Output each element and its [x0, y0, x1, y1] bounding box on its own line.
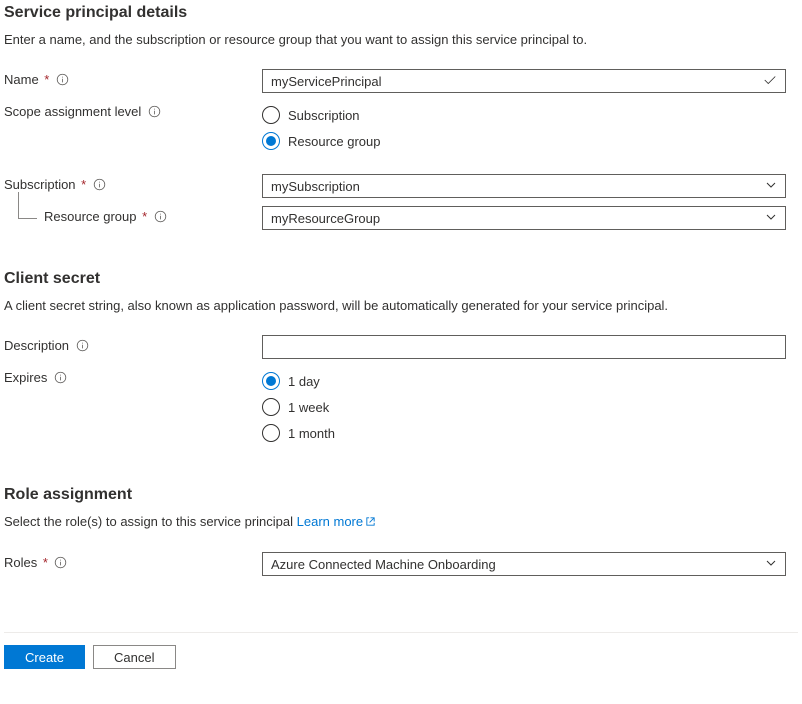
name-label: Name * — [4, 69, 262, 87]
info-icon[interactable] — [54, 556, 68, 570]
name-field[interactable]: myServicePrincipal — [262, 69, 786, 93]
radio-indicator — [262, 424, 280, 442]
description-input[interactable] — [262, 335, 786, 359]
description-label: Description — [4, 335, 262, 353]
info-icon[interactable] — [153, 210, 167, 224]
resource-group-select[interactable]: myResourceGroup — [262, 206, 786, 230]
info-icon[interactable] — [53, 371, 67, 385]
check-icon — [763, 73, 777, 90]
roles-label: Roles * — [4, 552, 262, 570]
radio-expires-1day[interactable]: 1 day — [262, 368, 786, 394]
section-desc-spd: Enter a name, and the subscription or re… — [4, 32, 798, 47]
info-icon[interactable] — [55, 73, 69, 87]
section-desc-role: Select the role(s) to assign to this ser… — [4, 514, 798, 530]
radio-scope-resource-group[interactable]: Resource group — [262, 128, 786, 154]
section-desc-secret: A client secret string, also known as ap… — [4, 298, 798, 313]
external-link-icon — [365, 515, 376, 530]
learn-more-link[interactable]: Learn more — [297, 514, 376, 529]
radio-indicator — [262, 132, 280, 150]
subscription-select[interactable]: mySubscription — [262, 174, 786, 198]
required-asterisk: * — [39, 555, 48, 570]
chevron-down-icon — [765, 211, 777, 226]
subscription-label: Subscription * — [4, 174, 262, 192]
section-heading-spd: Service principal details — [4, 4, 798, 22]
info-icon[interactable] — [75, 339, 89, 353]
create-button[interactable]: Create — [4, 645, 85, 669]
info-icon[interactable] — [147, 105, 161, 119]
required-asterisk: * — [139, 209, 148, 224]
required-asterisk: * — [41, 72, 50, 87]
resource-group-label: Resource group * — [4, 206, 262, 224]
radio-expires-1month[interactable]: 1 month — [262, 420, 786, 446]
expires-label: Expires — [4, 367, 262, 385]
roles-select[interactable]: Azure Connected Machine Onboarding — [262, 552, 786, 576]
radio-scope-subscription[interactable]: Subscription — [262, 102, 786, 128]
required-asterisk: * — [78, 177, 87, 192]
radio-indicator — [262, 372, 280, 390]
footer-actions: Create Cancel — [4, 632, 798, 681]
section-heading-role: Role assignment — [4, 486, 798, 504]
radio-expires-1week[interactable]: 1 week — [262, 394, 786, 420]
chevron-down-icon — [765, 179, 777, 194]
radio-indicator — [262, 398, 280, 416]
chevron-down-icon — [765, 557, 777, 572]
section-heading-secret: Client secret — [4, 270, 798, 288]
radio-indicator — [262, 106, 280, 124]
scope-label: Scope assignment level — [4, 101, 262, 119]
cancel-button[interactable]: Cancel — [93, 645, 175, 669]
info-icon[interactable] — [92, 178, 106, 192]
